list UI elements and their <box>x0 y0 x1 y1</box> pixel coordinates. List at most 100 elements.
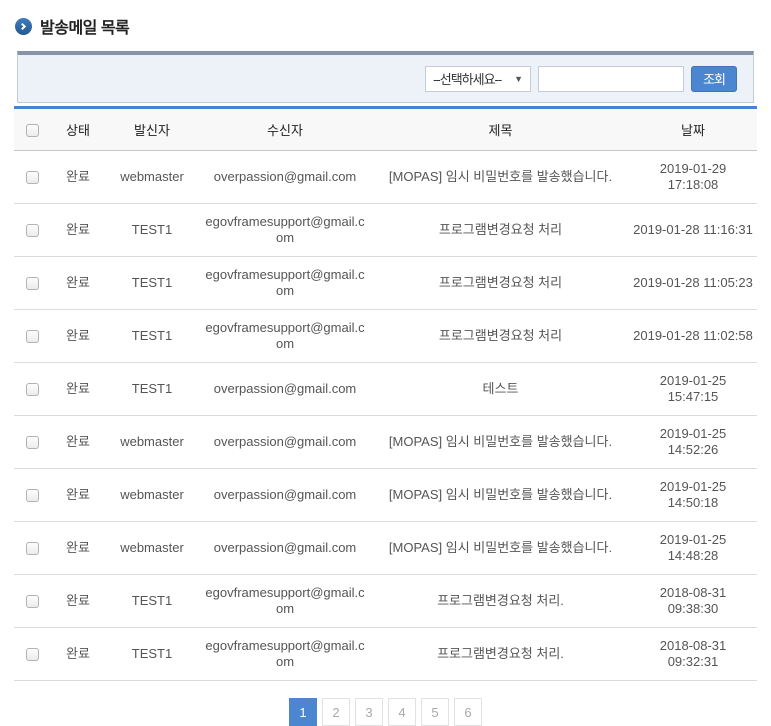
cell-subject: 프로그램변경요청 처리. <box>372 628 629 681</box>
cell-date: 2019-01-25 14:50:18 <box>629 469 757 522</box>
cell-subject: [MOPAS] 임시 비밀번호를 발송했습니다. <box>372 469 629 522</box>
row-checkbox[interactable] <box>26 436 39 449</box>
search-input[interactable] <box>538 66 684 92</box>
cell-sender: webmaster <box>106 151 198 204</box>
column-header-sender: 발신자 <box>106 108 198 151</box>
cell-status: 완료 <box>50 522 106 575</box>
cell-recipient: egovframesupport@gmail.com <box>198 310 372 363</box>
cell-subject: 프로그램변경요청 처리 <box>372 257 629 310</box>
page-header: 발송메일 목록 <box>15 14 757 38</box>
row-checkbox-cell <box>14 363 50 416</box>
cell-status: 완료 <box>50 416 106 469</box>
cell-sender: TEST1 <box>106 257 198 310</box>
cell-subject: 프로그램변경요청 처리 <box>372 204 629 257</box>
pagination-page-2[interactable]: 2 <box>322 698 350 726</box>
row-checkbox-cell <box>14 575 50 628</box>
table-row: 완료TEST1egovframesupport@gmail.com프로그램변경요… <box>14 310 757 363</box>
table-row: 완료webmasteroverpassion@gmail.com[MOPAS] … <box>14 522 757 575</box>
column-header-recipient: 수신자 <box>198 108 372 151</box>
cell-sender: TEST1 <box>106 310 198 363</box>
table-row: 완료TEST1egovframesupport@gmail.com프로그램변경요… <box>14 257 757 310</box>
cell-recipient: overpassion@gmail.com <box>198 151 372 204</box>
select-value: --선택하세요-- <box>433 69 501 88</box>
select-all-checkbox[interactable] <box>26 124 39 137</box>
cell-sender: webmaster <box>106 522 198 575</box>
cell-recipient: overpassion@gmail.com <box>198 469 372 522</box>
cell-sender: webmaster <box>106 469 198 522</box>
cell-status: 완료 <box>50 363 106 416</box>
cell-subject: 프로그램변경요청 처리 <box>372 310 629 363</box>
cell-date: 2019-01-25 15:47:15 <box>629 363 757 416</box>
cell-date: 2019-01-28 11:16:31 <box>629 204 757 257</box>
search-panel: --선택하세요-- ▼ 조회 <box>17 51 754 103</box>
cell-recipient: egovframesupport@gmail.com <box>198 628 372 681</box>
row-checkbox[interactable] <box>26 542 39 555</box>
cell-status: 완료 <box>50 310 106 363</box>
row-checkbox[interactable] <box>26 383 39 396</box>
cell-recipient: overpassion@gmail.com <box>198 363 372 416</box>
row-checkbox-cell <box>14 151 50 204</box>
mail-table: 상태 발신자 수신자 제목 날짜 완료webmasteroverpassion@… <box>14 106 757 681</box>
column-header-date: 날짜 <box>629 108 757 151</box>
cell-recipient: egovframesupport@gmail.com <box>198 257 372 310</box>
table-row: 완료webmasteroverpassion@gmail.com[MOPAS] … <box>14 151 757 204</box>
cell-sender: TEST1 <box>106 628 198 681</box>
cell-status: 완료 <box>50 575 106 628</box>
pagination-page-4[interactable]: 4 <box>388 698 416 726</box>
page: 발송메일 목록 --선택하세요-- ▼ 조회 상태 발신자 수신자 제목 날짜 <box>0 0 771 726</box>
row-checkbox[interactable] <box>26 595 39 608</box>
cell-sender: TEST1 <box>106 204 198 257</box>
pagination-page-3[interactable]: 3 <box>355 698 383 726</box>
row-checkbox[interactable] <box>26 224 39 237</box>
cell-sender: TEST1 <box>106 575 198 628</box>
pagination-page-5[interactable]: 5 <box>421 698 449 726</box>
cell-date: 2018-08-31 09:32:31 <box>629 628 757 681</box>
cell-status: 완료 <box>50 257 106 310</box>
row-checkbox[interactable] <box>26 330 39 343</box>
row-checkbox[interactable] <box>26 648 39 661</box>
search-category-select[interactable]: --선택하세요-- ▼ <box>425 66 531 92</box>
cell-recipient: overpassion@gmail.com <box>198 416 372 469</box>
row-checkbox-cell <box>14 310 50 363</box>
row-checkbox[interactable] <box>26 171 39 184</box>
row-checkbox-cell <box>14 628 50 681</box>
page-title: 발송메일 목록 <box>40 14 129 38</box>
row-checkbox[interactable] <box>26 489 39 502</box>
cell-status: 완료 <box>50 628 106 681</box>
table-row: 완료webmasteroverpassion@gmail.com[MOPAS] … <box>14 469 757 522</box>
search-button[interactable]: 조회 <box>691 66 737 92</box>
arrow-circle-icon <box>15 18 32 35</box>
cell-sender: TEST1 <box>106 363 198 416</box>
row-checkbox-cell <box>14 522 50 575</box>
column-header-status: 상태 <box>50 108 106 151</box>
select-all-cell <box>14 108 50 151</box>
table-row: 완료webmasteroverpassion@gmail.com[MOPAS] … <box>14 416 757 469</box>
row-checkbox[interactable] <box>26 277 39 290</box>
cell-date: 2019-01-25 14:48:28 <box>629 522 757 575</box>
row-checkbox-cell <box>14 469 50 522</box>
cell-recipient: egovframesupport@gmail.com <box>198 204 372 257</box>
pagination-page-6[interactable]: 6 <box>454 698 482 726</box>
cell-recipient: egovframesupport@gmail.com <box>198 575 372 628</box>
cell-sender: webmaster <box>106 416 198 469</box>
table-row: 완료TEST1egovframesupport@gmail.com프로그램변경요… <box>14 628 757 681</box>
cell-status: 완료 <box>50 204 106 257</box>
cell-date: 2019-01-29 17:18:08 <box>629 151 757 204</box>
cell-recipient: overpassion@gmail.com <box>198 522 372 575</box>
cell-subject: [MOPAS] 임시 비밀번호를 발송했습니다. <box>372 416 629 469</box>
column-header-subject: 제목 <box>372 108 629 151</box>
cell-date: 2019-01-28 11:02:58 <box>629 310 757 363</box>
table-row: 완료TEST1egovframesupport@gmail.com프로그램변경요… <box>14 575 757 628</box>
cell-subject: 프로그램변경요청 처리. <box>372 575 629 628</box>
table-row: 완료TEST1egovframesupport@gmail.com프로그램변경요… <box>14 204 757 257</box>
row-checkbox-cell <box>14 204 50 257</box>
cell-subject: [MOPAS] 임시 비밀번호를 발송했습니다. <box>372 151 629 204</box>
row-checkbox-cell <box>14 416 50 469</box>
table-row: 완료TEST1overpassion@gmail.com테스트2019-01-2… <box>14 363 757 416</box>
cell-date: 2019-01-28 11:05:23 <box>629 257 757 310</box>
cell-status: 완료 <box>50 151 106 204</box>
row-checkbox-cell <box>14 257 50 310</box>
pagination: 123456 <box>14 698 757 726</box>
cell-status: 완료 <box>50 469 106 522</box>
pagination-page-1[interactable]: 1 <box>289 698 317 726</box>
